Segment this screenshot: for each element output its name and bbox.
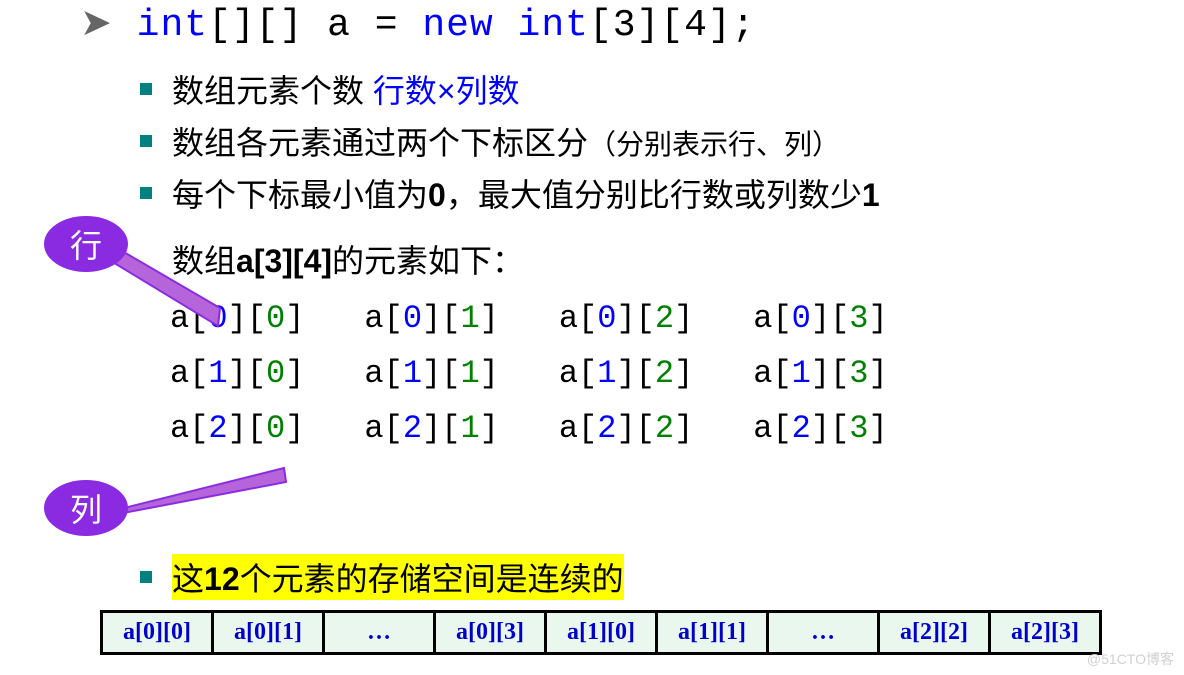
b4c: 的元素如下： bbox=[332, 243, 524, 279]
b1a: 数组元素个数 bbox=[172, 73, 373, 109]
memory-cell: … bbox=[325, 613, 436, 652]
row-label-text: 行 bbox=[70, 221, 102, 267]
bullet-list: 数组元素个数 行数×列数 数组各元素通过两个下标区分（分别表示行、列） 每个下标… bbox=[140, 60, 1160, 282]
b3a: 每个下标最小值为 bbox=[172, 177, 428, 213]
grid-cell: a[0][2] bbox=[559, 300, 693, 337]
bullet-4: 数组a[3][4]的元素如下： bbox=[140, 236, 1160, 282]
grid-cell: a[1][3] bbox=[753, 355, 887, 392]
bullet-2: 数组各元素通过两个下标区分（分别表示行、列） bbox=[140, 118, 1160, 164]
grid-cell: a[2][1] bbox=[364, 410, 498, 447]
memory-cell: a[0][3] bbox=[436, 613, 547, 652]
b2-text: 数组各元素通过两个下标区分（分别表示行、列） bbox=[172, 118, 840, 164]
bullet-arrow: ➤ bbox=[80, 2, 113, 44]
b3-text: 每个下标最小值为0，最大值分别比行数或列数少1 bbox=[172, 170, 880, 216]
square-bullet-icon bbox=[140, 571, 152, 583]
b5b: 12 bbox=[204, 561, 240, 597]
code-declaration: ➤ int[][] a = new int[3][4]; bbox=[80, 0, 756, 47]
col-label-text: 列 bbox=[70, 485, 102, 531]
memory-cell: a[0][0] bbox=[103, 613, 214, 652]
grid-cell: a[0][3] bbox=[753, 300, 887, 337]
b3b: 0 bbox=[428, 177, 446, 213]
grid-cell: a[0][1] bbox=[364, 300, 498, 337]
kw-int2: int bbox=[494, 4, 589, 47]
memory-cell: a[1][1] bbox=[658, 613, 769, 652]
bullet-3: 每个下标最小值为0，最大值分别比行数或列数少1 bbox=[140, 170, 1160, 216]
b5c: 个元素的存储空间是连续的 bbox=[240, 561, 624, 597]
b3d: 1 bbox=[862, 177, 880, 213]
b2b: （分别表示行、列） bbox=[588, 129, 840, 160]
grid-row: a[2][0] a[2][1] a[2][2] a[2][3] bbox=[170, 410, 1184, 447]
memory-cell: … bbox=[769, 613, 880, 652]
b5a: 这 bbox=[172, 561, 204, 597]
code-mid1: [][] a = bbox=[208, 4, 422, 47]
grid-cell: a[2][3] bbox=[753, 410, 887, 447]
grid-cell: a[1][0] bbox=[170, 355, 304, 392]
square-bullet-icon bbox=[140, 135, 152, 147]
col-label-oval: 列 bbox=[44, 480, 128, 536]
memory-cell: a[1][0] bbox=[547, 613, 658, 652]
b5-text: 这12个元素的存储空间是连续的 bbox=[172, 554, 624, 600]
grid-row: a[0][0]a[0][1]a[0][2]a[0][3] bbox=[170, 300, 1184, 337]
kw-int1: int bbox=[137, 4, 208, 47]
bullet-5: 这12个元素的存储空间是连续的 bbox=[140, 548, 624, 600]
b1b: 行数×列数 bbox=[373, 73, 520, 109]
memory-cell: a[0][1] bbox=[214, 613, 325, 652]
b3c: ，最大值分别比行数或列数少 bbox=[446, 177, 862, 213]
col-arrow-icon bbox=[104, 460, 294, 515]
square-bullet-icon bbox=[140, 187, 152, 199]
memory-cell: a[2][3] bbox=[991, 613, 1099, 652]
grid-cell: a[1][2] bbox=[559, 355, 693, 392]
b4b: a[3][4] bbox=[236, 243, 332, 279]
grid-row: a[1][0] a[1][1] a[1][2] a[1][3] bbox=[170, 355, 1184, 392]
b2a: 数组各元素通过两个下标区分 bbox=[172, 125, 588, 161]
bullet-1: 数组元素个数 行数×列数 bbox=[140, 66, 1160, 112]
b1-text: 数组元素个数 行数×列数 bbox=[172, 66, 520, 112]
grid-cell: a[2][0] bbox=[170, 410, 304, 447]
code-dims: [3][4]; bbox=[589, 4, 756, 47]
kw-new: new bbox=[422, 4, 493, 47]
grid-cell: a[2][2] bbox=[559, 410, 693, 447]
square-bullet-icon bbox=[140, 83, 152, 95]
memory-layout: a[0][0]a[0][1]…a[0][3]a[1][0]a[1][1]…a[2… bbox=[100, 600, 1102, 655]
row-label-oval: 行 bbox=[44, 216, 128, 272]
memory-cell: a[2][2] bbox=[880, 613, 991, 652]
watermark: @51CTO博客 bbox=[1087, 649, 1174, 669]
grid-cell: a[1][1] bbox=[364, 355, 498, 392]
